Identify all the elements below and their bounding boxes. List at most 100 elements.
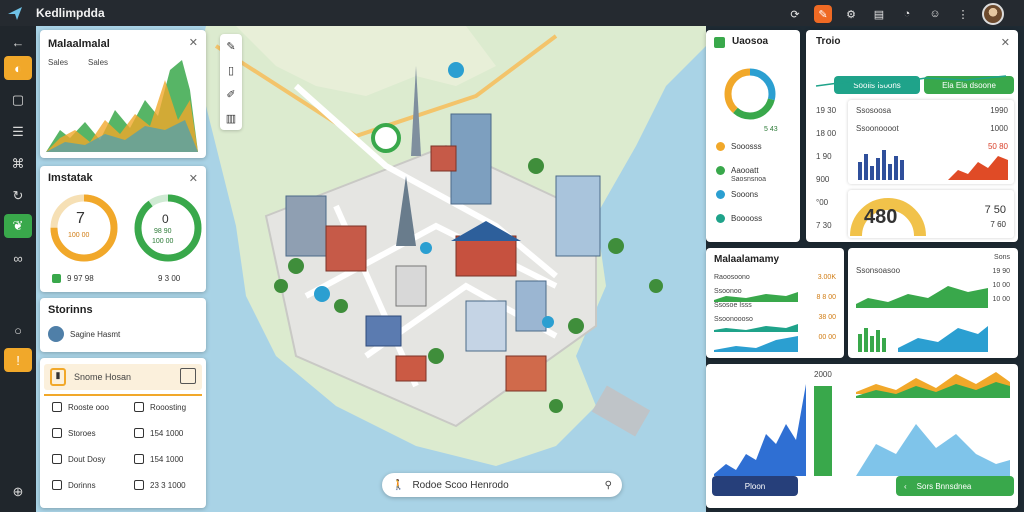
image-icon[interactable]: ▢	[4, 88, 32, 112]
grid-icon	[134, 428, 144, 438]
back-icon: ‹	[904, 481, 907, 491]
axis-label: °00	[816, 198, 829, 207]
gauge-label: 100 00	[152, 238, 174, 245]
brush-icon[interactable]: ✐	[220, 82, 242, 106]
app-title: Kedlimpdda	[36, 6, 105, 20]
refresh-icon[interactable]: ⟳	[786, 5, 804, 23]
doc-icon	[134, 402, 144, 412]
donut-panel: Uaosoa 5 43 Sooosss Aaooatt Saosnsnoa Sooon…	[706, 30, 800, 242]
columns-icon[interactable]: ▥	[220, 106, 242, 130]
legend-row: Sooosss	[716, 142, 762, 151]
legend-label: Sooons	[731, 190, 759, 199]
axis-label: 900	[816, 175, 830, 184]
gauge-label: 98 90	[154, 228, 172, 235]
bottom-left-button[interactable]: Ploon	[712, 476, 798, 496]
gauge-right-value: 7 60	[990, 220, 1006, 229]
bottom-right-button[interactable]: ‹ Sors Bnnsdnea	[896, 476, 1014, 496]
grid-icon	[134, 454, 144, 464]
list-item-label: 23 3 1000	[150, 480, 186, 490]
footer-value: 9 97 98	[67, 274, 94, 283]
panel-title: Storinns	[48, 304, 93, 316]
station-item[interactable]: Sagine Hasmt	[48, 326, 120, 342]
pen-icon	[134, 480, 144, 490]
axis-label: 1 90	[816, 152, 832, 161]
phone-icon[interactable]: ▮	[50, 368, 66, 386]
mid-right-panel: Ssonsoasoo Sons 19 90 10 00 10 00	[848, 248, 1018, 358]
legend-dot	[716, 166, 725, 175]
list-item-label: Rooste ooo	[68, 402, 109, 412]
axis-label: 18 00	[816, 129, 837, 138]
gauge-panel: Imstatak ✕ 7 100 00 0 98 90 100 00 9 97 …	[40, 166, 206, 292]
search-icon[interactable]: ⚲	[605, 480, 612, 491]
draw-icon[interactable]: ✎	[220, 34, 242, 58]
gauge-value: 480	[864, 206, 898, 228]
leaf-icon[interactable]: ❦	[4, 214, 32, 238]
top-bar: Kedlimpdda ⟳ ✎ ⚙ ▤ ◔ ☺ ⋮	[0, 0, 1024, 26]
panel-icon	[714, 37, 725, 48]
user-avatar[interactable]	[982, 3, 1004, 25]
legend-label: Aaooatt	[731, 166, 759, 175]
gauge-value: 0	[162, 212, 169, 226]
list-item[interactable]: 154 1000	[134, 454, 183, 464]
edit-icon[interactable]: ✎	[814, 5, 832, 23]
list-icon[interactable]: ☰	[4, 120, 32, 144]
settings-icon[interactable]: ⚙	[842, 5, 860, 23]
clock-icon[interactable]: ◔	[898, 5, 916, 23]
axis-label: 7 30	[816, 221, 832, 230]
more-icon[interactable]: ⋮	[954, 5, 972, 23]
trend-line	[815, 75, 1007, 87]
station-label: Sagine Hasmt	[70, 329, 121, 339]
stations-panel: Storinns Sagine Hasmt	[40, 298, 206, 352]
gauge-label: 100 00	[68, 232, 90, 239]
list-item[interactable]: Rooste ooo	[52, 402, 109, 412]
map-toolbar: ✎ ▯ ✐ ▥	[220, 34, 242, 130]
smile-icon[interactable]: ☺	[926, 5, 944, 23]
list-panel: ▮ Snome Hosan Rooste ooo Rooosting Storoes…	[40, 358, 206, 508]
list-header-text: Snome Hosan	[74, 372, 132, 382]
map-search-input[interactable]	[412, 479, 605, 491]
list-item[interactable]: 23 3 1000	[134, 480, 186, 490]
station-avatar	[48, 326, 64, 342]
circle-icon[interactable]: ○	[4, 318, 32, 342]
grid-icon	[52, 454, 62, 464]
donut-center-label: 5 43	[764, 126, 778, 133]
legend-dot	[716, 142, 725, 151]
car-icon	[52, 480, 62, 490]
window-icon[interactable]	[180, 368, 196, 384]
sync-icon[interactable]: ↻	[4, 184, 32, 208]
list-item[interactable]: Dorinns	[52, 480, 96, 490]
network-icon[interactable]: ⌘	[4, 152, 32, 176]
button-label: Sors Bnnsdnea	[916, 481, 972, 491]
map-search-bar: 🚶 ⚲	[382, 473, 622, 497]
panel-title: Troio	[816, 36, 841, 47]
list-item[interactable]: Dout Dosy	[52, 454, 105, 464]
legend-dot	[716, 214, 725, 223]
list-item-label: Rooosting	[150, 402, 187, 412]
axis-label: 19 30	[816, 106, 837, 115]
donut-chart	[724, 68, 776, 120]
pedestrian-icon: 🚶	[392, 479, 405, 491]
globe-icon[interactable]: ⊕	[4, 480, 32, 504]
gauge-subpanel: 480 7 50 7 60	[848, 190, 1014, 238]
list-item-label: 154 1000	[150, 454, 184, 464]
list-item[interactable]: 154 1000	[134, 428, 183, 438]
bookmark-icon[interactable]: ▯	[220, 58, 242, 82]
list-item[interactable]: Storoes	[52, 428, 96, 438]
panel-title: Uaosoa	[732, 36, 769, 47]
app-logo-icon[interactable]	[0, 0, 30, 26]
legend-label: Sooosss	[731, 142, 762, 151]
link-icon[interactable]: ∞	[4, 246, 32, 270]
list-item-label: Dout Dosy	[68, 454, 106, 464]
legend-dot	[716, 190, 725, 199]
grid-icon	[52, 428, 62, 438]
legend-row: Sooons	[716, 190, 758, 199]
layers-icon[interactable]: ◐	[4, 56, 32, 80]
list-item[interactable]: Rooosting	[134, 402, 186, 412]
divider	[44, 394, 202, 396]
back-arrow-icon[interactable]: ←	[4, 30, 32, 54]
footer-value: 9 3 00	[158, 274, 181, 283]
document-icon[interactable]: ▤	[870, 5, 888, 23]
mid-right-charts	[856, 286, 988, 352]
alert-icon[interactable]: !	[4, 348, 32, 372]
list-item-label: Dorinns	[68, 480, 96, 490]
